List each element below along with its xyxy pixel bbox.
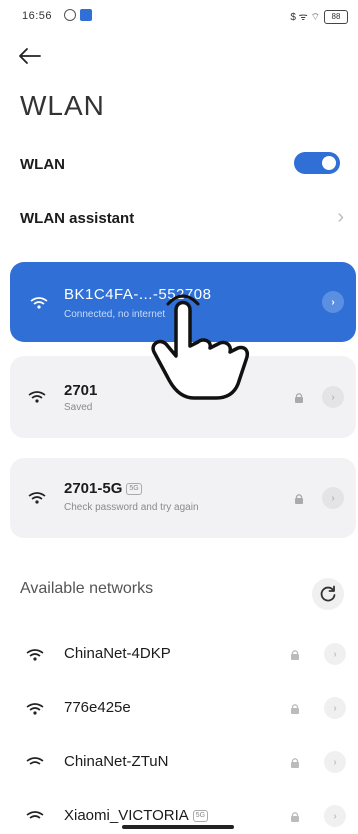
chevron-right-icon: ›: [337, 206, 344, 228]
connected-network-status: Connected, no internet: [64, 309, 166, 320]
battery-icon: 88: [324, 9, 348, 24]
available-networks-heading: Available networks: [20, 580, 154, 597]
wifi-icon: [26, 811, 44, 819]
alarm-icon: [64, 9, 76, 21]
wifi-icon: [28, 492, 46, 504]
saved-network-name-group: 2701-5G 5G: [64, 480, 142, 497]
network-details-button[interactable]: ›: [324, 697, 346, 719]
band-tag: 5G: [126, 483, 142, 496]
network-name-group: Xiaomi_VICTORIA 5G: [64, 807, 209, 824]
network-name: 776e425e: [64, 699, 131, 716]
lock-icon: [291, 758, 299, 768]
saved-network-card[interactable]: 2701-5G 5G Check password and try again ›: [10, 458, 356, 538]
connected-network-card[interactable]: BK1C4FA-...-552708 Connected, no interne…: [10, 262, 356, 342]
wifi-icon: [26, 649, 44, 661]
page-title: WLAN: [20, 90, 105, 121]
lock-icon: [291, 704, 299, 714]
available-network-item[interactable]: ChinaNet-ZTuN ›: [0, 738, 358, 788]
network-name: ChinaNet-4DKP: [64, 645, 171, 662]
available-network-item[interactable]: ChinaNet-4DKP ›: [0, 630, 358, 680]
refresh-button[interactable]: [312, 578, 344, 610]
network-name: Xiaomi_VICTORIA: [64, 807, 189, 824]
network-name: ChinaNet-ZTuN: [64, 753, 169, 770]
lock-icon: [295, 393, 303, 403]
saved-network-card[interactable]: 2701 Saved ›: [10, 356, 356, 438]
status-right-group: $ ᯤ ⌔ 88: [290, 9, 348, 24]
saved-network-status: Check password and try again: [64, 502, 199, 513]
signal-icons: $ ᯤ ⌔: [290, 12, 320, 23]
wlan-toggle[interactable]: [294, 152, 340, 174]
refresh-icon: [320, 585, 336, 602]
wifi-icon: [26, 757, 44, 765]
saved-network-name: 2701-5G: [64, 480, 123, 497]
wlan-label: WLAN: [20, 156, 65, 173]
saved-network-status: Saved: [64, 402, 93, 413]
home-indicator: [122, 825, 234, 829]
wlan-assistant-label: WLAN assistant: [20, 210, 135, 227]
status-bar: 16:56 $ ᯤ ⌔ 88: [0, 0, 358, 34]
wifi-icon: [28, 391, 46, 403]
lock-icon: [291, 650, 299, 660]
network-details-button[interactable]: ›: [322, 487, 344, 509]
network-details-button[interactable]: ›: [322, 386, 344, 408]
back-arrow-icon: [19, 48, 41, 64]
status-time: 16:56: [22, 10, 53, 22]
network-details-button[interactable]: ›: [322, 291, 344, 313]
network-details-button[interactable]: ›: [324, 751, 346, 773]
app-notification-icon: [80, 9, 92, 21]
wifi-icon: [26, 703, 44, 715]
network-details-button[interactable]: ›: [324, 805, 346, 827]
network-details-button[interactable]: ›: [324, 643, 346, 665]
toggle-knob: [322, 156, 336, 170]
band-tag: 5G: [192, 810, 209, 823]
available-network-item[interactable]: 776e425e ›: [0, 684, 358, 734]
saved-network-name: 2701: [64, 382, 98, 399]
connected-network-name: BK1C4FA-...-552708: [64, 286, 212, 303]
lock-icon: [295, 494, 303, 504]
back-button[interactable]: [16, 44, 46, 68]
wifi-icon: [30, 297, 48, 309]
lock-icon: [291, 812, 299, 822]
